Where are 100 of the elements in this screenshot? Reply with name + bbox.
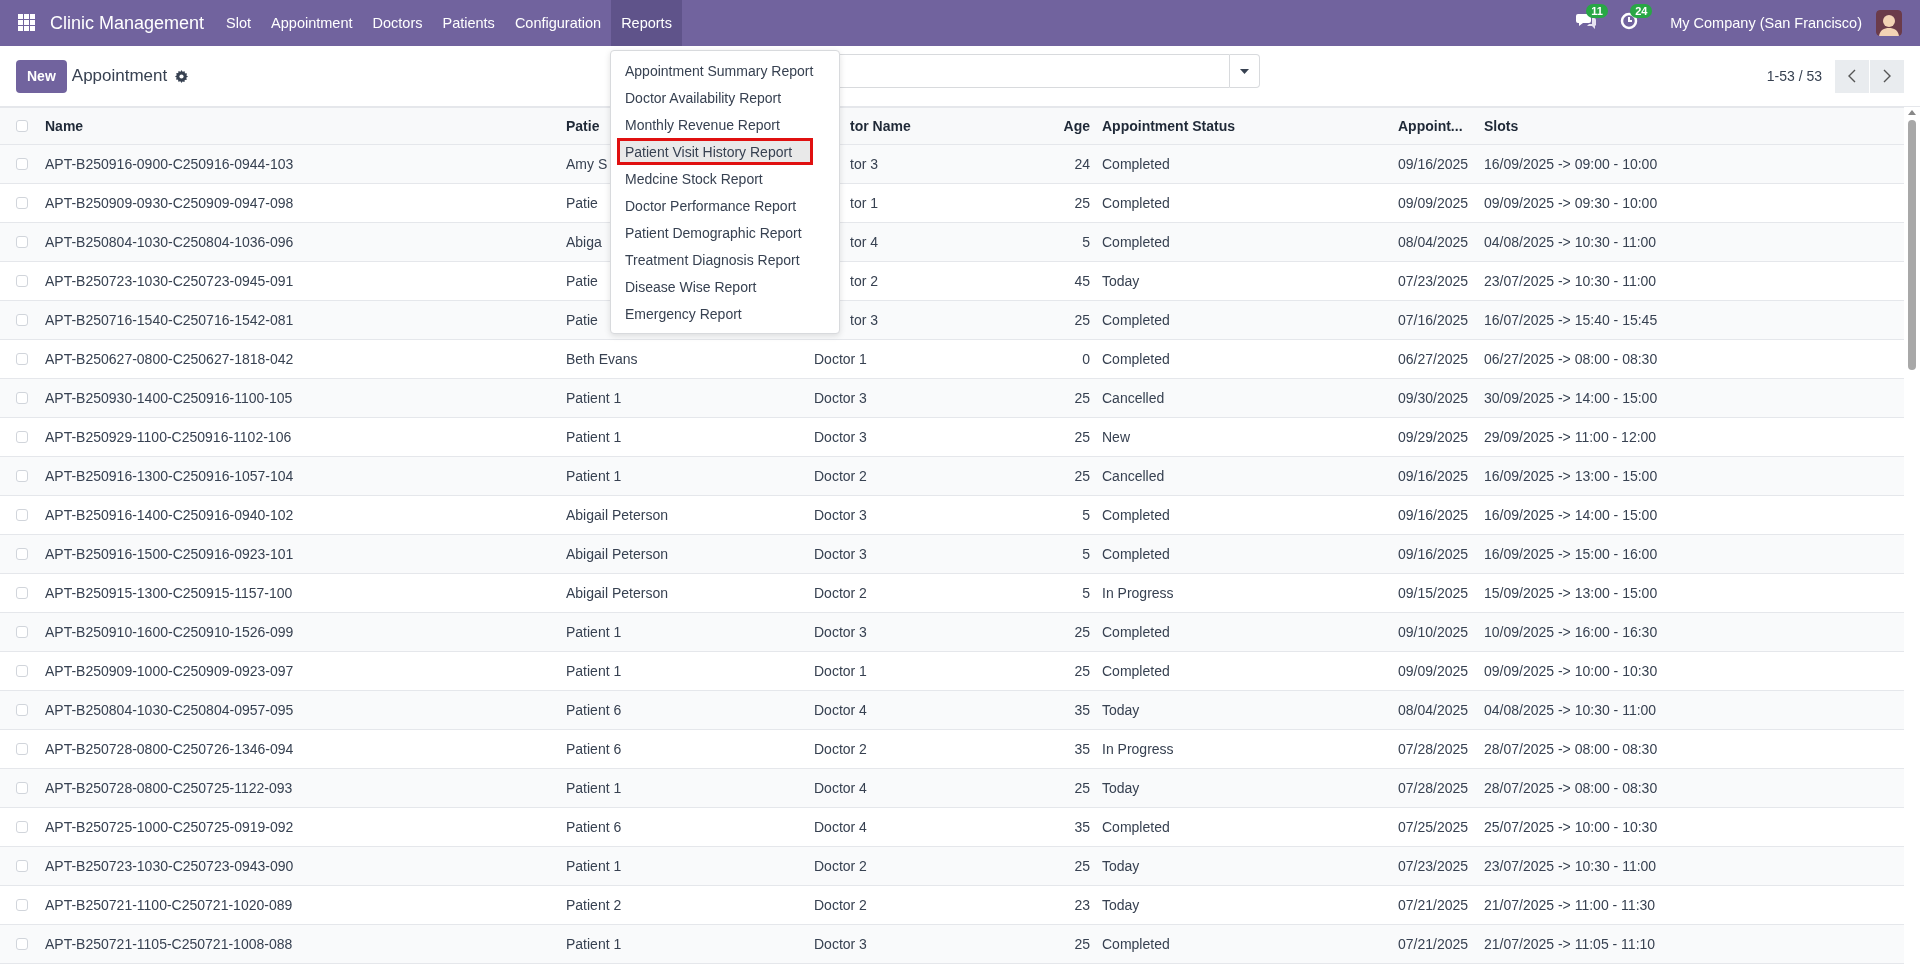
nav-menu-item[interactable]: Patients <box>432 0 505 46</box>
table-cell-text: New <box>1101 429 1130 445</box>
menu-item[interactable]: Patient Demographic Report <box>611 219 839 246</box>
table-cell: APT-B250728-0800-C250726-1346-094 <box>45 741 294 757</box>
nav-menu-item[interactable]: Reports <box>611 0 682 46</box>
row-checkbox[interactable] <box>16 275 28 287</box>
menu-item[interactable]: Doctor Availability Report <box>611 84 839 111</box>
table-cell: Patient 1 <box>566 624 622 640</box>
user-avatar[interactable] <box>1876 10 1902 36</box>
row-checkbox[interactable] <box>16 392 28 404</box>
menu-item[interactable]: Monthly Revenue Report <box>611 111 839 138</box>
nav-menu-item[interactable]: Appointment <box>261 0 363 46</box>
table-cell: 21/07/2025 -> 11:00 - 11:30 <box>1484 897 1656 913</box>
table-cell: 16/09/2025 -> 15:00 - 16:00 <box>1484 546 1658 562</box>
row-checkbox[interactable] <box>16 587 28 599</box>
row-checkbox[interactable] <box>16 938 28 950</box>
select-all-checkbox[interactable] <box>16 120 28 132</box>
table-cell: APT-B250909-1000-C250909-0923-097 <box>45 663 294 679</box>
table-cell: APT-B250930-1400-C250916-1100-105 <box>45 390 293 406</box>
table-cell: 08/04/2025 <box>1398 234 1469 250</box>
next-page-button[interactable] <box>1870 59 1904 93</box>
column-header[interactable]: Appointment Status <box>1098 118 1235 134</box>
menu-item[interactable]: Appointment Summary Report <box>611 57 839 84</box>
table-cell-text: tor 3 <box>849 312 878 328</box>
table-cell-text: 25 <box>1074 624 1091 640</box>
row-checkbox[interactable] <box>16 509 28 521</box>
new-button[interactable]: New <box>16 59 67 93</box>
row-checkbox[interactable] <box>16 665 28 677</box>
row-checkbox[interactable] <box>16 704 28 716</box>
row-checkbox[interactable] <box>16 821 28 833</box>
table-cell-text: 23 <box>1074 897 1091 913</box>
table-cell-text: 25 <box>1074 429 1091 445</box>
column-header[interactable]: Patie <box>566 118 600 134</box>
row-checkbox[interactable] <box>16 626 28 638</box>
table-cell-text: Completed <box>1101 156 1170 172</box>
column-header[interactable]: Age <box>1063 118 1098 134</box>
nav-menu-item[interactable]: Slot <box>216 0 262 46</box>
table-cell-text: 25 <box>1074 312 1091 328</box>
table-cell: 09/29/2025 <box>1398 429 1469 445</box>
page-title: Appointment <box>71 66 168 86</box>
search-options-toggle[interactable] <box>1230 54 1260 88</box>
chevron-left-icon <box>1847 69 1857 83</box>
table-cell-text: 25 <box>1074 936 1091 952</box>
table-cell: 04/08/2025 -> 10:30 - 11:00 <box>1484 702 1657 718</box>
settings-icon[interactable] <box>175 69 189 83</box>
table-cell: Doctor 3 <box>814 624 867 640</box>
table-cell: APT-B250915-1300-C250915-1157-100 <box>45 585 293 601</box>
table-cell-text: 25 <box>1074 195 1091 211</box>
column-header[interactable]: Appoint... <box>1398 118 1463 134</box>
table-cell: Doctor 3 <box>814 507 867 523</box>
row-checkbox[interactable] <box>16 353 28 365</box>
previous-page-button[interactable] <box>1835 59 1869 93</box>
table-cell-text: Completed <box>1101 312 1170 328</box>
table-cell: 23/07/2025 -> 10:30 - 11:00 <box>1484 273 1657 289</box>
menu-item[interactable]: Doctor Performance Report <box>611 192 839 219</box>
table-cell: Doctor 2 <box>814 858 867 874</box>
table-cell: Patient 1 <box>566 780 622 796</box>
table-cell: Abigail Peterson <box>566 585 668 601</box>
row-checkbox[interactable] <box>16 314 28 326</box>
menu-item[interactable]: Treatment Diagnosis Report <box>611 246 839 273</box>
table-cell: APT-B250804-1030-C250804-1036-096 <box>45 234 294 250</box>
table-cell-text: In Progress <box>1101 585 1174 601</box>
row-checkbox[interactable] <box>16 236 28 248</box>
table-cell: 09/16/2025 <box>1398 507 1469 523</box>
company-name[interactable]: My Company (San Francisco) <box>1670 15 1862 31</box>
table-cell: APT-B250721-1105-C250721-1008-088 <box>45 936 293 952</box>
row-checkbox[interactable] <box>16 782 28 794</box>
nav-menu-item[interactable]: Configuration <box>504 0 612 46</box>
table-cell: 16/09/2025 -> 09:00 - 10:00 <box>1484 156 1658 172</box>
table-cell: 09/16/2025 <box>1398 156 1469 172</box>
table-cell: Doctor 2 <box>814 468 867 484</box>
table-cell-text: 25 <box>1074 390 1091 406</box>
table-cell: 23/07/2025 -> 10:30 - 11:00 <box>1484 858 1657 874</box>
menu-item[interactable]: Disease Wise Report <box>611 273 839 300</box>
table-cell: 16/09/2025 -> 13:00 - 15:00 <box>1484 468 1658 484</box>
activity-count-badge: 24 <box>1630 4 1653 18</box>
app-title[interactable]: Clinic Management <box>50 12 205 34</box>
table-cell: Doctor 3 <box>814 429 867 445</box>
apps-grid-icon[interactable] <box>18 14 36 32</box>
nav-menu-item[interactable]: Doctors <box>362 0 433 46</box>
row-checkbox[interactable] <box>16 899 28 911</box>
menu-item[interactable]: Medcine Stock Report <box>611 165 839 192</box>
row-checkbox[interactable] <box>16 431 28 443</box>
row-checkbox[interactable] <box>16 548 28 560</box>
table-cell-text: Completed <box>1101 234 1170 250</box>
row-checkbox[interactable] <box>16 197 28 209</box>
column-header[interactable]: Slots <box>1484 118 1519 134</box>
row-checkbox[interactable] <box>16 860 28 872</box>
row-checkbox[interactable] <box>16 158 28 170</box>
table-cell-text: Completed <box>1101 351 1170 367</box>
table-cell: Doctor 3 <box>814 546 867 562</box>
table-cell: Doctor 4 <box>814 780 867 796</box>
table-cell: 07/21/2025 <box>1398 936 1469 952</box>
menu-item[interactable]: Patient Visit History Report <box>617 138 813 165</box>
column-header[interactable]: Name <box>45 118 84 134</box>
table-cell: 06/27/2025 <box>1398 351 1469 367</box>
row-checkbox[interactable] <box>16 470 28 482</box>
row-checkbox[interactable] <box>16 743 28 755</box>
table-cell: Patient 1 <box>566 429 622 445</box>
menu-item[interactable]: Emergency Report <box>611 300 839 327</box>
